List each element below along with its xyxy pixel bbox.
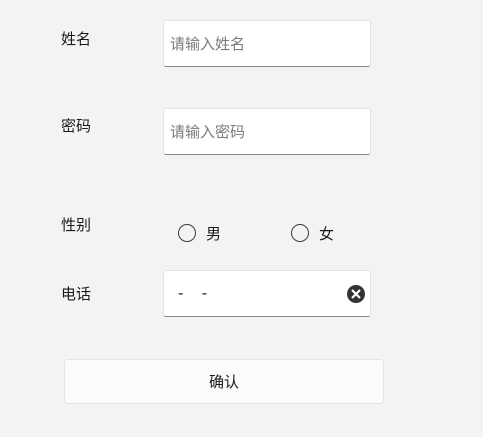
gender-label: 性别	[61, 216, 92, 234]
name-field[interactable]	[163, 20, 371, 67]
password-input[interactable]	[164, 109, 370, 154]
phone-label: 电话	[61, 285, 92, 303]
password-field[interactable]	[163, 108, 371, 155]
gender-option-female[interactable]: 女	[291, 221, 334, 244]
name-input[interactable]	[164, 21, 370, 66]
gender-option-male-label: 男	[206, 225, 222, 243]
confirm-button[interactable]: 确认	[64, 359, 384, 404]
gender-option-male[interactable]: 男	[178, 221, 221, 244]
radio-button-female[interactable]	[291, 223, 309, 242]
name-label: 姓名	[61, 30, 92, 48]
phone-input-value[interactable]: - -	[178, 283, 208, 303]
phone-field[interactable]: - -	[163, 270, 371, 317]
radio-button-male[interactable]	[178, 223, 196, 242]
gender-option-female-label: 女	[319, 225, 335, 243]
password-label: 密码	[61, 117, 92, 135]
clear-circle-x-icon[interactable]	[347, 285, 365, 303]
